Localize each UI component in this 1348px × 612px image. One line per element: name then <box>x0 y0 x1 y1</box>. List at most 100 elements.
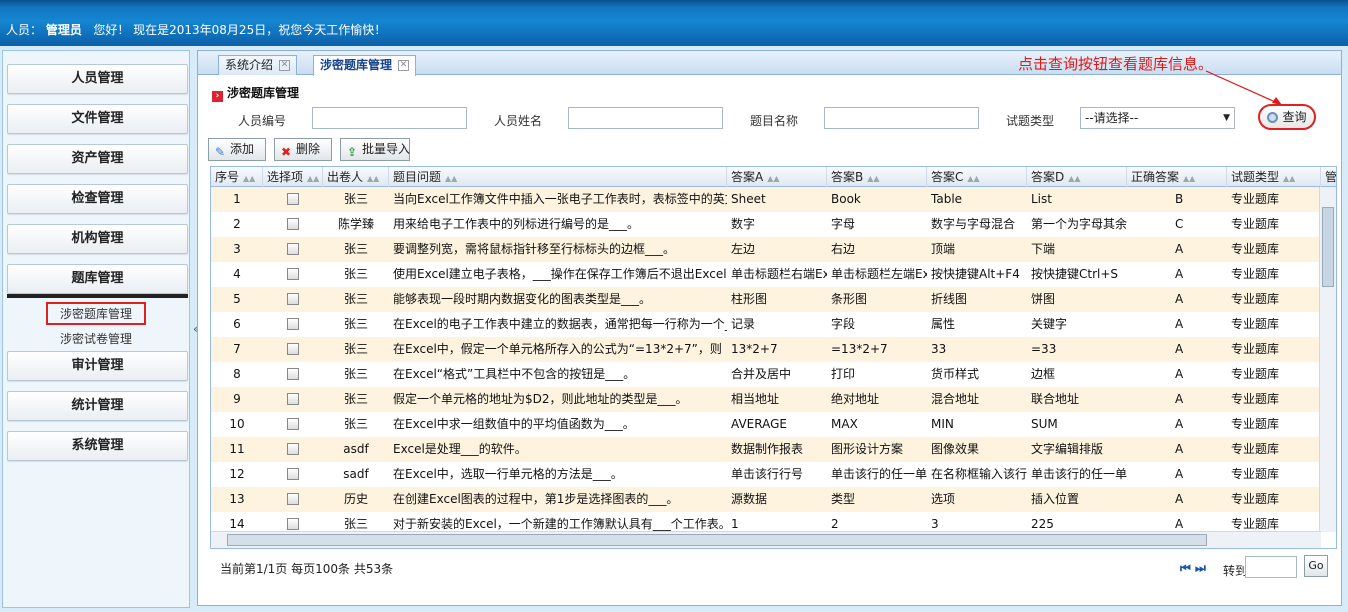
row-checkbox[interactable] <box>287 518 299 530</box>
menu-system[interactable]: 系统管理 <box>7 431 188 461</box>
page-nav-icon[interactable]: ⏮ ⏭ <box>1180 561 1206 576</box>
table-row[interactable]: 2 陈学臻 用来给电子工作表中的列标进行编号的是___。 数字 字母 数字与字母混合 第一个… <box>211 212 1321 237</box>
question-type-select[interactable]: --请选择-- ▼ <box>1080 107 1235 129</box>
delete-icon: ✖ <box>280 145 292 159</box>
cell-seq: 3 <box>233 242 241 256</box>
column-header[interactable]: 管 <box>1321 167 1336 187</box>
table-row[interactable]: 12 sadf 在Excel中，选取一行单元格的方法是___。 单击该行行号 单击该行的… <box>211 462 1321 487</box>
table-row[interactable]: 11 asdf Excel是处理___的软件。 数据制作报表 图形设计方案 图像效果 文字编… <box>211 437 1321 462</box>
tab-system-intro[interactable]: 系统介绍 ✕ <box>218 55 298 75</box>
column-header-label: 试题类型 <box>1231 170 1280 184</box>
cell-seq: 2 <box>233 217 241 231</box>
menu-inspection[interactable]: 检查管理 <box>7 184 188 214</box>
cell-type: 专业题库 <box>1231 217 1280 231</box>
table-row[interactable]: 6 张三 在Excel的电子工作表中建立的数据表，通常把每一行称为一个_ 记录 字段 属性… <box>211 312 1321 337</box>
column-header-label: 题目问题 <box>393 170 442 184</box>
add-button[interactable]: ✎ 添加 <box>208 138 266 161</box>
row-checkbox[interactable] <box>287 443 299 455</box>
table-row[interactable]: 1 张三 当向Excel工作簿文件中插入一张电子工作表时，表标签中的英文 Sheet B… <box>211 187 1321 212</box>
table-row[interactable]: 7 张三 在Excel中，假定一个单元格所存入的公式为“=13*2+7”，则 13*2… <box>211 337 1321 362</box>
sort-icon: ▲▲ <box>1283 174 1296 183</box>
row-checkbox[interactable] <box>287 393 299 405</box>
subitem-classified-paper[interactable]: 涉密试卷管理 <box>3 330 189 347</box>
cell-answer-b: 条形图 <box>831 292 868 306</box>
goto-page-input[interactable] <box>1245 556 1297 578</box>
column-header[interactable]: 试题类型 ▲▲ <box>1227 167 1321 187</box>
cell-answer-d: 联合地址 <box>1031 392 1080 406</box>
column-header[interactable]: 答案D ▲▲ <box>1027 167 1127 187</box>
column-header[interactable]: 序号 ▲▲ <box>211 167 263 187</box>
cell-answer-d: List <box>1031 192 1052 206</box>
tab-classified-bank[interactable]: 涉密题库管理 ✕ <box>313 55 417 76</box>
row-checkbox[interactable] <box>287 343 299 355</box>
column-header[interactable]: 题目问题 ▲▲ <box>389 167 727 187</box>
cell-answer-b: 单击该行的任一单 <box>831 467 927 481</box>
column-header[interactable]: 答案B ▲▲ <box>827 167 927 187</box>
close-icon[interactable]: ✕ <box>279 60 291 71</box>
row-checkbox[interactable] <box>287 418 299 430</box>
menu-question-bank[interactable]: 题库管理 <box>7 264 188 294</box>
cell-answer-b: MAX <box>831 417 858 431</box>
row-checkbox[interactable] <box>287 318 299 330</box>
delete-button[interactable]: ✖ 删除 <box>274 138 332 161</box>
menu-statistics[interactable]: 统计管理 <box>7 391 188 421</box>
question-name-input[interactable] <box>824 107 979 129</box>
table-row[interactable]: 4 张三 使用Excel建立电子表格，___操作在保存工作簿后不退出Excel。 单击… <box>211 262 1321 287</box>
pager-info: 当前第1/1页 每页100条 共53条 <box>220 562 394 576</box>
table-row[interactable]: 8 张三 在Excel“格式”工具栏中不包含的按钮是___。 合并及居中 打印 货币样式 边… <box>211 362 1321 387</box>
horizontal-scroll-thumb[interactable] <box>227 534 1207 546</box>
cell-question: 在Excel“格式”工具栏中不包含的按钮是___。 <box>393 367 636 381</box>
cell-author: 张三 <box>343 417 368 431</box>
cell-answer-a: 数据制作报表 <box>731 442 804 456</box>
cell-select <box>263 337 323 362</box>
table-row[interactable]: 10 张三 在Excel中求一组数值中的平均值函数为___。 AVERAGE MAX MI… <box>211 412 1321 437</box>
query-button[interactable]: 查询 <box>1258 104 1316 130</box>
menu-personnel[interactable]: 人员管理 <box>7 64 188 94</box>
cell-correct: B <box>1175 192 1184 206</box>
subitem-classified-bank[interactable]: 涉密题库管理 <box>3 302 189 325</box>
person-name-input[interactable] <box>568 107 723 129</box>
table-row[interactable]: 3 张三 要调整列宽，需将鼠标指针移至行标标头的边框___。 左边 右边 顶端 下端 A 专业题… <box>211 237 1321 262</box>
cell-select <box>263 237 323 262</box>
vertical-scroll-thumb[interactable] <box>1322 207 1334 287</box>
person-id-input[interactable] <box>312 107 467 129</box>
row-checkbox[interactable] <box>287 218 299 230</box>
query-button-label: 查询 <box>1282 110 1307 124</box>
row-checkbox[interactable] <box>287 243 299 255</box>
row-checkbox[interactable] <box>287 468 299 480</box>
column-header[interactable]: 正确答案 ▲▲ <box>1127 167 1227 187</box>
cell-question: 在创建Excel图表的过程中，第1步是选择图表的___。 <box>393 492 679 506</box>
cell-select <box>263 462 323 487</box>
menu-files[interactable]: 文件管理 <box>7 104 188 134</box>
batch-import-button[interactable]: ⇪ 批量导入 <box>340 138 410 161</box>
sort-icon: ▲▲ <box>1183 174 1196 183</box>
cell-select <box>263 387 323 412</box>
close-icon[interactable]: ✕ <box>398 60 410 71</box>
row-checkbox[interactable] <box>287 293 299 305</box>
cell-select <box>263 187 323 212</box>
column-header[interactable]: 答案A ▲▲ <box>727 167 827 187</box>
cell-question: 用来给电子工作表中的列标进行编号的是___。 <box>393 217 640 231</box>
menu-organization[interactable]: 机构管理 <box>7 224 188 254</box>
row-checkbox[interactable] <box>287 368 299 380</box>
cell-author: 张三 <box>343 292 368 306</box>
row-checkbox[interactable] <box>287 493 299 505</box>
submenu-divider <box>7 294 188 298</box>
vertical-scrollbar[interactable] <box>1319 187 1336 532</box>
cell-select <box>263 362 323 387</box>
row-checkbox[interactable] <box>287 268 299 280</box>
row-checkbox[interactable] <box>287 193 299 205</box>
horizontal-scrollbar[interactable] <box>211 531 1321 548</box>
menu-audit[interactable]: 审计管理 <box>7 351 188 381</box>
column-header[interactable]: 出卷人 ▲▲ <box>323 167 389 187</box>
table-row[interactable]: 13 历史 在创建Excel图表的过程中，第1步是选择图表的___。 源数据 类型 选项 插… <box>211 487 1321 512</box>
greeting: 人员： 管理员 您好！ 现在是2013年08月25日，祝您今天工作愉快！ <box>6 21 386 38</box>
cell-question: 在Excel中求一组数值中的平均值函数为___。 <box>393 417 635 431</box>
column-header[interactable]: 答案C ▲▲ <box>927 167 1027 187</box>
table-row[interactable]: 9 张三 假定一个单元格的地址为$D2，则此地址的类型是___。 相当地址 绝对地址 混合… <box>211 387 1321 412</box>
menu-assets[interactable]: 资产管理 <box>7 144 188 174</box>
column-header[interactable]: 选择项 ▲▲ <box>263 167 323 187</box>
hint-arrow-icon <box>1205 70 1283 106</box>
go-button[interactable]: Go <box>1304 555 1328 577</box>
table-row[interactable]: 5 张三 能够表现一段时期内数据变化的图表类型是___。 柱形图 条形图 折线图 饼图 A 专业… <box>211 287 1321 312</box>
